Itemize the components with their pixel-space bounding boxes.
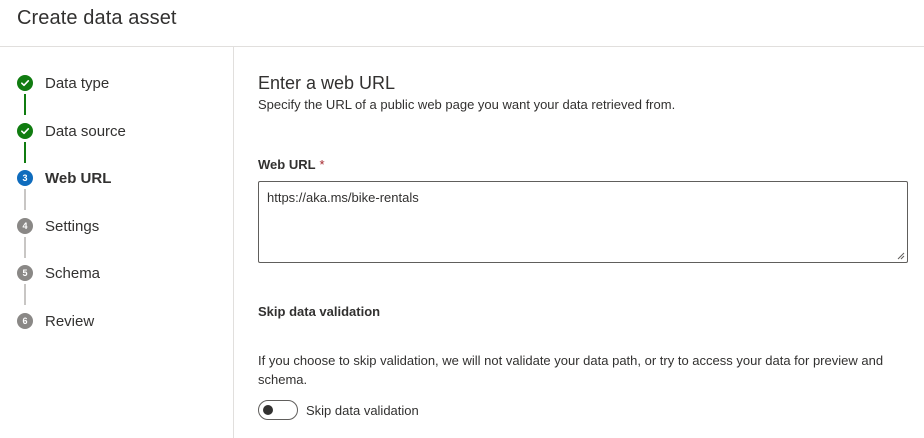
checkmark-icon — [17, 123, 33, 139]
step-web-url[interactable]: 3 Web URL — [17, 168, 111, 188]
step-connector — [24, 237, 26, 258]
step-number-badge: 6 — [17, 313, 33, 329]
step-number-badge: 5 — [17, 265, 33, 281]
step-review[interactable]: 6 Review — [17, 311, 94, 331]
web-url-label: Web URL * — [258, 157, 325, 172]
checkmark-icon — [17, 75, 33, 91]
toggle-label: Skip data validation — [306, 402, 419, 418]
step-label: Data type — [45, 74, 110, 92]
step-data-source[interactable]: Data source — [17, 121, 126, 141]
step-label: Review — [45, 312, 95, 330]
skip-validation-toggle[interactable] — [258, 400, 298, 420]
section-description: Specify the URL of a public web page you… — [258, 97, 676, 112]
step-schema[interactable]: 5 Schema — [17, 263, 100, 283]
skip-validation-heading: Skip data validation — [258, 304, 381, 319]
required-marker: * — [319, 157, 325, 172]
main-content: Enter a web URL Specify the URL of a pub… — [258, 47, 924, 438]
step-number-badge: 4 — [17, 218, 33, 234]
toggle-knob — [263, 405, 273, 415]
skip-validation-description: If you choose to skip validation, we wil… — [258, 353, 884, 387]
wizard-steps-sidebar: Data type Data source 3 Web URL 4 Settin… — [0, 47, 234, 438]
step-connector — [24, 189, 26, 210]
step-label: Web URL — [45, 169, 112, 187]
panel-header: Create data asset — [0, 0, 924, 47]
web-url-value: https://aka.ms/bike-rentals — [267, 190, 419, 205]
step-label: Settings — [45, 217, 100, 235]
step-label: Schema — [45, 264, 101, 282]
step-connector — [24, 142, 26, 163]
web-url-input[interactable]: https://aka.ms/bike-rentals — [258, 181, 908, 263]
step-data-type[interactable]: Data type — [17, 73, 109, 93]
skip-validation-toggle-row: Skip data validation — [258, 400, 419, 420]
step-connector — [24, 94, 26, 115]
page-title: Create data asset — [17, 7, 177, 29]
step-connector — [24, 284, 26, 305]
resize-grip-icon[interactable] — [897, 252, 905, 260]
step-label: Data source — [45, 122, 126, 140]
section-title: Enter a web URL — [258, 73, 396, 93]
step-number-badge: 3 — [17, 170, 33, 186]
web-url-label-text: Web URL — [258, 157, 316, 172]
step-settings[interactable]: 4 Settings — [17, 216, 99, 236]
